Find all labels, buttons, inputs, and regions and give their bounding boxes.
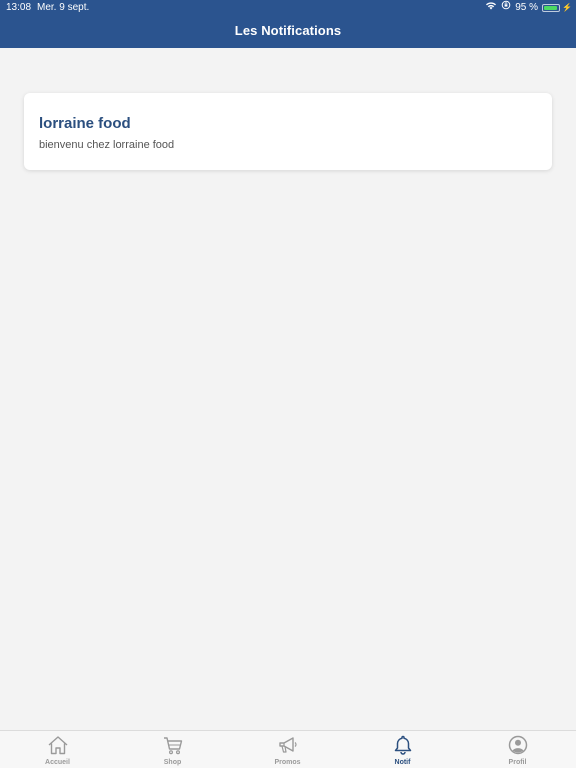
tab-label: Shop (163, 759, 182, 766)
status-indicators: 95 % ⚡ (485, 0, 572, 16)
battery-percent: 95 % (515, 2, 539, 13)
notifications-screen: 13:08 Mer. 9 sept. 95 % ⚡ Les Notificati… (0, 0, 576, 768)
notification-title: lorraine food (39, 115, 131, 132)
battery-icon (542, 4, 561, 12)
tab-profil[interactable]: Profil (460, 731, 575, 768)
tab-notif[interactable]: Notif (345, 731, 460, 768)
status-time: 13:08 (6, 2, 32, 13)
charging-icon: ⚡ (562, 3, 572, 12)
cart-icon (161, 734, 185, 756)
wifi-icon (485, 0, 497, 16)
app-header: 13:08 Mer. 9 sept. 95 % ⚡ Les Notificati… (0, 0, 576, 48)
tab-accueil[interactable]: Accueil (0, 731, 115, 768)
tab-label: Profil (508, 759, 527, 766)
home-icon (46, 734, 70, 756)
tab-label: Accueil (45, 759, 70, 766)
bell-icon (391, 734, 415, 756)
tab-promos[interactable]: Promos (230, 731, 345, 768)
tab-shop[interactable]: Shop (115, 731, 230, 768)
status-date: Mer. 9 sept. (37, 2, 90, 13)
megaphone-icon (276, 734, 300, 756)
status-bar: 13:08 Mer. 9 sept. 95 % ⚡ (0, 0, 576, 16)
notification-body: bienvenu chez lorraine food (39, 139, 175, 151)
battery-fill (544, 6, 558, 10)
page-title: Les Notifications (234, 23, 342, 38)
orientation-lock-icon (501, 0, 511, 16)
tab-label: Promos (274, 759, 301, 766)
notification-card[interactable]: lorraine food bienvenu chez lorraine foo… (24, 93, 552, 170)
user-circle-icon (506, 734, 530, 756)
tab-bar: Accueil Shop Promos Notif Profil (0, 730, 576, 768)
tab-label: Notif (394, 759, 411, 766)
